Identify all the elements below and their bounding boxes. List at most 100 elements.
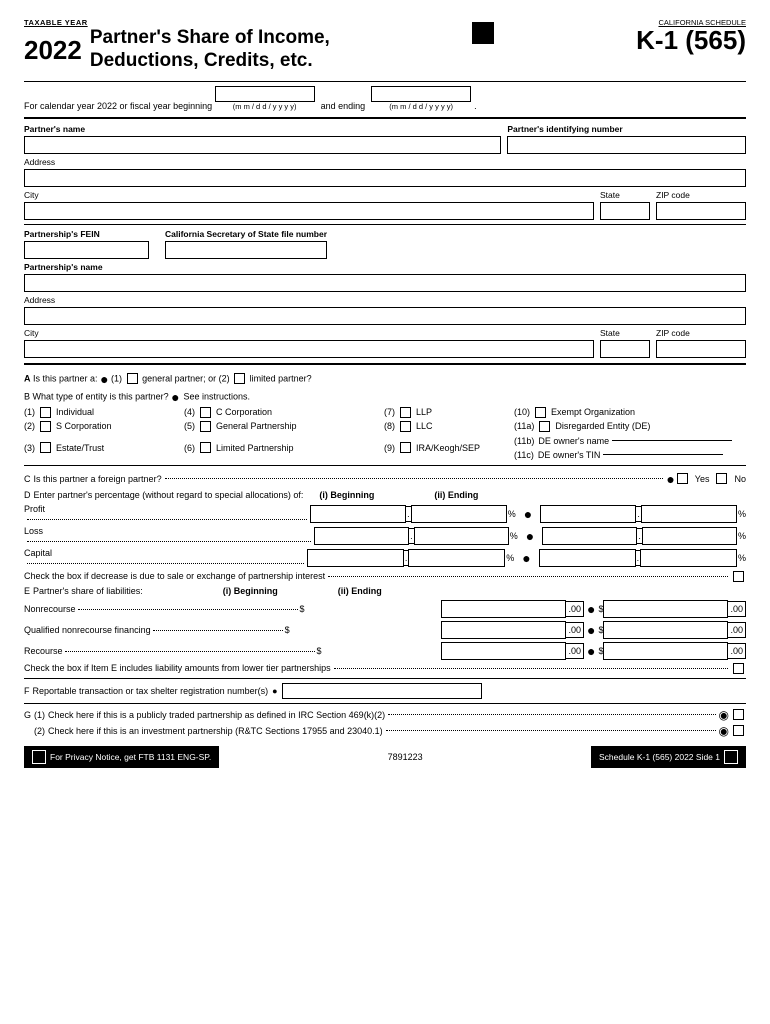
checkbox-s-corporation[interactable]	[40, 421, 51, 432]
entity-6-num: (6)	[184, 443, 195, 453]
circle-icon-g1: ◉	[719, 708, 729, 722]
no-label: No	[734, 474, 746, 484]
entity-8-label: LLC	[416, 421, 433, 431]
entity-11a-label: Disregarded Entity (DE)	[555, 421, 650, 431]
date-format-end: (m m / d d / y y y y)	[389, 102, 453, 111]
fiscal-year-begin-input[interactable]	[215, 86, 315, 102]
lower-tier-text: Check the box if Item E includes liabili…	[24, 663, 331, 673]
profit-begin-pct: %	[508, 509, 516, 519]
section-d-letter: D	[24, 490, 31, 500]
recourse-end-input[interactable]	[603, 642, 728, 660]
partner-zip-input[interactable]	[656, 202, 746, 220]
entity-11b-underline	[612, 440, 732, 441]
checkbox-exempt-org[interactable]	[535, 407, 546, 418]
checkbox-limited-partner[interactable]	[234, 373, 245, 384]
header-right: CALIFORNIA SCHEDULE K-1 (565)	[636, 18, 746, 53]
capital-end-frac[interactable]	[640, 549, 737, 567]
fiscal-year-text: For calendar year 2022 or fiscal year be…	[24, 101, 212, 111]
partner-city-input[interactable]	[24, 202, 594, 220]
nonrecourse-row: Nonrecourse$ .00 ● $ .00	[24, 600, 746, 618]
checkbox-decrease[interactable]	[733, 571, 744, 582]
entity-6: (6) Limited Partnership	[184, 442, 384, 453]
recourse-label: Recourse$	[24, 646, 441, 656]
partner-id-input[interactable]	[507, 136, 746, 154]
fein-input[interactable]	[24, 241, 149, 259]
checkbox-lower-tier[interactable]	[733, 663, 744, 674]
capital-end-input-group: . %	[539, 549, 746, 567]
section-c-question: C Is this partner a foreign partner? ●	[24, 472, 675, 486]
checkbox-ira[interactable]	[400, 442, 411, 453]
footer-left-square	[32, 750, 46, 764]
profit-end-main[interactable]	[540, 505, 636, 523]
g-1-content: G (1) Check here if this is a publicly t…	[24, 708, 729, 722]
entity-9-label: IRA/Keogh/SEP	[416, 443, 480, 453]
page-header: TAXABLE YEAR 2022 Partner's Share of Inc…	[24, 18, 746, 73]
checkbox-limited-partnership[interactable]	[200, 442, 211, 453]
partner-id-label: Partner's identifying number	[507, 124, 746, 134]
section-d-end-label: (ii) Ending	[434, 490, 478, 500]
checkbox-general-partnership[interactable]	[200, 421, 211, 432]
capital-row: Capital . % ● . %	[24, 548, 746, 568]
checkbox-c-corporation[interactable]	[200, 407, 211, 418]
checkbox-general-partner[interactable]	[127, 373, 138, 384]
recourse-end-amount: .00	[603, 642, 746, 660]
checkbox-g2[interactable]	[733, 725, 744, 736]
checkbox-yes[interactable]	[677, 473, 688, 484]
checkbox-llp[interactable]	[400, 407, 411, 418]
form-number: K-1 (565)	[636, 27, 746, 53]
checkbox-no[interactable]	[716, 473, 727, 484]
entity-2: (2) S Corporation	[24, 421, 184, 432]
loss-begin-main[interactable]	[314, 527, 409, 545]
entity-11a: (11a) Disregarded Entity (DE)	[514, 421, 746, 432]
entity-row-3: (3) Estate/Trust (6) Limited Partnership…	[24, 435, 746, 461]
entity-10-num: (10)	[514, 407, 530, 417]
capital-begin-main[interactable]	[307, 549, 404, 567]
loss-end-frac[interactable]	[642, 527, 737, 545]
profit-begin-frac[interactable]	[411, 505, 507, 523]
nonrecourse-end-input[interactable]	[603, 600, 728, 618]
entity-7-num: (7)	[384, 407, 395, 417]
partnership-city-input[interactable]	[24, 340, 594, 358]
fein-row: Partnership's FEIN California Secretary …	[24, 229, 746, 259]
recourse-row: Recourse$ .00 ● $ .00	[24, 642, 746, 660]
partnership-name-input[interactable]	[24, 274, 746, 292]
checkbox-de[interactable]	[539, 421, 550, 432]
partner-name-input[interactable]	[24, 136, 501, 154]
checkbox-estate-trust[interactable]	[40, 442, 51, 453]
partner-state-input[interactable]	[600, 202, 650, 220]
loss-end-pct: %	[738, 531, 746, 541]
checkbox-llc[interactable]	[400, 421, 411, 432]
ca-sec-input[interactable]	[165, 241, 327, 259]
partnership-zip-input[interactable]	[656, 340, 746, 358]
bullet-loss: ●	[526, 528, 534, 544]
capital-begin-frac[interactable]	[408, 549, 505, 567]
qualified-begin-cents: .00	[566, 622, 584, 638]
qualified-begin-input[interactable]	[441, 621, 566, 639]
profit-begin-main[interactable]	[310, 505, 406, 523]
profit-end-frac[interactable]	[641, 505, 737, 523]
fiscal-year-end-input[interactable]	[371, 86, 471, 102]
loss-end-main[interactable]	[542, 527, 637, 545]
nonrecourse-begin-input[interactable]	[441, 600, 566, 618]
footer-form-number: 7891223	[388, 752, 423, 762]
recourse-begin-input[interactable]	[441, 642, 566, 660]
capital-end-main[interactable]	[539, 549, 636, 567]
g-2-content: (2) Check here if this is an investment …	[24, 724, 729, 738]
partnership-name-label: Partnership's name	[24, 262, 746, 272]
g-1-num: (1)	[34, 710, 45, 720]
partnership-state-input[interactable]	[600, 340, 650, 358]
partner-address-input[interactable]	[24, 169, 746, 187]
header-left: TAXABLE YEAR 2022 Partner's Share of Inc…	[24, 18, 330, 73]
checkbox-individual[interactable]	[40, 407, 51, 418]
section-f-text: Reportable transaction or tax shelter re…	[33, 686, 269, 696]
partnership-state-col: State	[600, 328, 650, 358]
section-e-letter: E	[24, 586, 30, 596]
entity-7: (7) LLP	[384, 407, 514, 418]
qualified-end-input[interactable]	[603, 621, 728, 639]
checkbox-g1[interactable]	[733, 709, 744, 720]
section-f-input[interactable]	[282, 683, 482, 699]
loss-begin-frac[interactable]	[414, 527, 509, 545]
entity-row-2: (2) S Corporation (5) General Partnershi…	[24, 421, 746, 432]
partnership-address-input[interactable]	[24, 307, 746, 325]
partnership-zip-col: ZIP code	[656, 328, 746, 358]
